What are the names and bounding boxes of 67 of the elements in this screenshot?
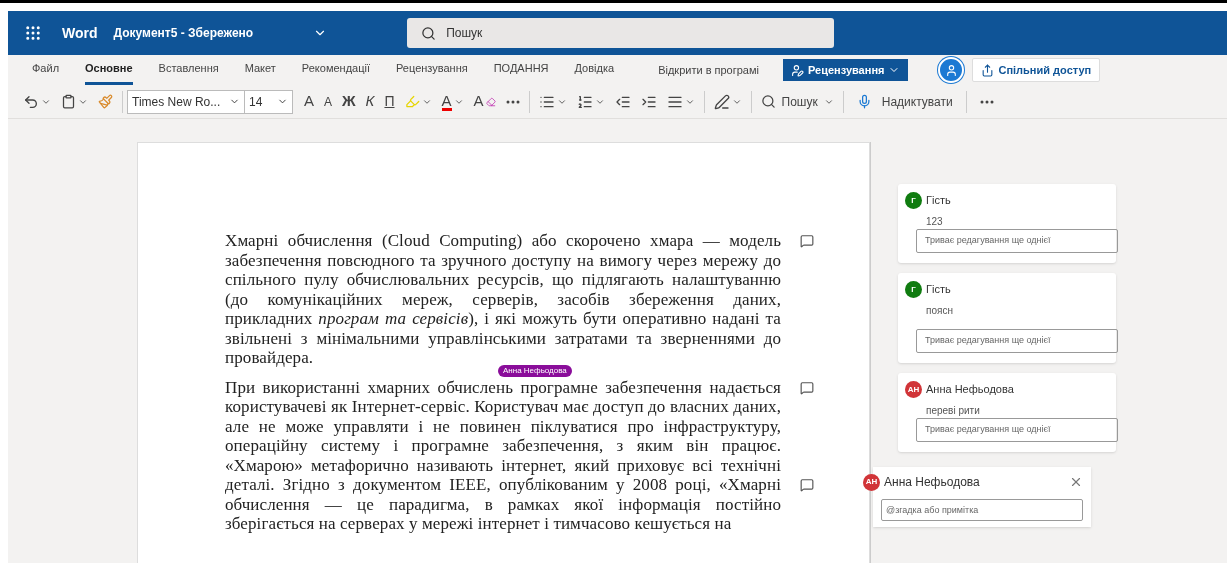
search-field[interactable]: Пошук xyxy=(407,18,835,48)
shrink-font-button[interactable]: A xyxy=(319,88,338,115)
font-size-field[interactable]: 14 xyxy=(245,89,293,114)
comment-icon xyxy=(800,234,814,248)
comment-author: Анна Нефьодова xyxy=(926,382,1014,398)
pen-icon xyxy=(713,93,730,110)
comment-author: Анна Нефьодова xyxy=(884,474,980,491)
search-button[interactable]: Пошук xyxy=(755,88,839,115)
reply-placeholder: Триває редагування ще однієї xyxy=(925,234,1051,248)
paintbrush-icon xyxy=(98,94,113,109)
body-paragraph: При використанні хмарних обчислень програмне забезпечення надається користувачеві як Інтернет-сервіс. Користувач має доступ до власних даних, але не може управляти і не повинен піклуватися про інфраструктуру, операційну систему і програмне забезпечення, з яким він працює. «Хмарою» метафорично називають інтернет, який приховує всі технічні деталі. Згідно з документом IEEE, опублікованим у 2008 році, «Хмарні обчислення — це парадигма, в рамках якої інформація постійно зберігається на серверах у мережі інтернет і тимчасово кешується на xyxy=(225,377,781,534)
search-icon xyxy=(760,94,776,109)
account-avatar[interactable] xyxy=(938,57,965,83)
menu-tab[interactable]: Файл xyxy=(32,55,60,85)
person-pen-icon xyxy=(791,63,804,77)
app-name: Word xyxy=(62,23,98,43)
menu-tab[interactable]: Вставлення xyxy=(158,55,219,85)
document-title[interactable]: Документ5 - Збережено xyxy=(113,24,254,42)
app-launcher-icon xyxy=(24,24,42,42)
italic-button[interactable]: К xyxy=(360,88,380,115)
clipboard-icon xyxy=(61,94,76,109)
highlighter-icon xyxy=(404,94,420,109)
reply-placeholder: Триває редагування ще однієї xyxy=(925,334,1051,348)
reply-placeholder: Триває редагування ще однієї xyxy=(925,423,1051,437)
presence-label: Анна Нефьодова xyxy=(498,364,572,377)
comment-text: переві рити xyxy=(926,404,981,418)
font-size-value: 14 xyxy=(249,93,263,111)
review-mode-button[interactable]: Рецензування xyxy=(783,59,909,81)
comment-input[interactable]: @згадка або примітка xyxy=(881,499,1083,521)
comment-icon xyxy=(800,477,814,492)
avatar: Г xyxy=(905,192,922,209)
person-icon xyxy=(944,63,958,77)
font-color-button[interactable]: A xyxy=(436,88,469,115)
underline-button[interactable]: П xyxy=(379,88,400,115)
grow-font-button[interactable]: A xyxy=(299,88,319,115)
comment-text: 123 xyxy=(926,215,944,229)
undo-icon xyxy=(23,93,39,110)
comment-author: Гість xyxy=(926,282,951,298)
menu-tab[interactable]: Рекомендації xyxy=(301,55,370,85)
more-icon xyxy=(979,99,994,104)
comment-text: поясн xyxy=(926,304,954,318)
numbered-list-icon xyxy=(576,93,593,110)
share-button[interactable]: Спільний доступ xyxy=(972,58,1101,82)
search-icon xyxy=(421,25,437,41)
bold-button[interactable]: Ж xyxy=(337,88,361,115)
font-name-value: Times New Ro... xyxy=(132,93,221,111)
menu-tab[interactable]: Довідка xyxy=(574,55,615,85)
menu-tab[interactable]: Макет xyxy=(244,55,276,85)
reply-field[interactable]: Триває редагування ще однієї xyxy=(916,418,1118,442)
avatar: АН xyxy=(905,381,922,398)
share-icon xyxy=(981,63,995,77)
comment-icon xyxy=(800,380,814,395)
reply-field[interactable]: Триває редагування ще однієї xyxy=(916,329,1118,353)
reply-field[interactable]: Триває редагування ще однієї xyxy=(916,229,1118,253)
dictate-button[interactable]: Надиктувати xyxy=(851,88,958,115)
menu-tab[interactable]: ПОДАННЯ xyxy=(493,55,549,85)
clear-format-button[interactable]: A xyxy=(468,88,501,115)
menu-tab[interactable]: Рецензування xyxy=(396,55,468,85)
close-icon xyxy=(1069,475,1083,489)
font-name-field[interactable]: Times New Ro... xyxy=(127,89,245,114)
eraser-icon xyxy=(485,96,496,107)
comment-author: Гість xyxy=(926,193,951,209)
more-icon xyxy=(505,99,520,104)
microphone-icon xyxy=(856,94,872,109)
search-placeholder: Пошук xyxy=(446,25,483,42)
avatar: Г xyxy=(905,281,922,298)
open-in-app-button[interactable]: Відкрити в програмі xyxy=(658,61,759,79)
